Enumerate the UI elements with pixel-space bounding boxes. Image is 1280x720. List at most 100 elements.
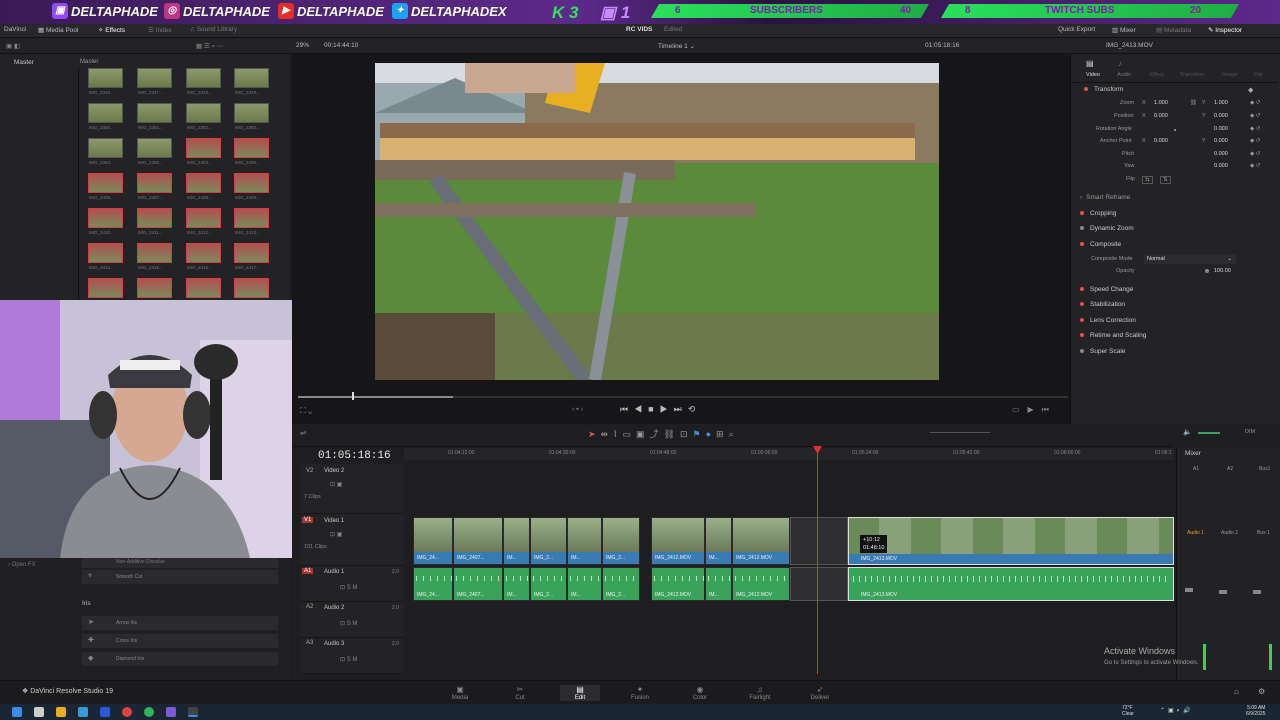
loop-icon[interactable]: ⟲ bbox=[688, 404, 702, 414]
media-thumbnail[interactable] bbox=[186, 243, 221, 263]
video-clip[interactable]: IMG_2407... bbox=[453, 517, 503, 565]
tab-audio[interactable]: Audio bbox=[1117, 72, 1131, 78]
bin-master[interactable]: Master bbox=[14, 59, 34, 66]
media-thumbnail[interactable] bbox=[186, 103, 221, 123]
start-icon[interactable] bbox=[12, 707, 22, 717]
slider-knob[interactable] bbox=[1174, 129, 1176, 131]
view-toggle-icons[interactable]: ▦ ☰ ⌕ ⋯ bbox=[196, 42, 224, 51]
app-icon[interactable] bbox=[100, 707, 110, 717]
video-clip[interactable]: IMG_2... bbox=[602, 517, 640, 565]
media-thumbnail[interactable] bbox=[137, 173, 172, 193]
effect-item[interactable]: ⩔ Smooth Cut bbox=[82, 570, 278, 584]
keyframe-icon[interactable]: ◆ bbox=[1248, 86, 1253, 94]
keyframe-icon[interactable]: ◆ ↺ bbox=[1250, 113, 1260, 119]
position-x-field[interactable]: 0.000 bbox=[1154, 113, 1168, 119]
video-tab-icon[interactable]: ▤ bbox=[1086, 59, 1094, 68]
track-controls[interactable]: ⊡ S M bbox=[340, 656, 357, 663]
marker-icon[interactable]: ● bbox=[706, 429, 716, 439]
volume-slider[interactable] bbox=[1198, 432, 1220, 434]
select-tool-icon[interactable]: ➤ bbox=[588, 429, 601, 439]
track-id[interactable]: A3 bbox=[306, 640, 313, 646]
stop-icon[interactable]: ■ bbox=[648, 404, 659, 414]
tray-icons[interactable]: ⌃▣◐🔊 bbox=[1160, 707, 1194, 714]
page-deliver[interactable]: ➶ Deliver bbox=[800, 685, 840, 701]
audio-clip[interactable]: IMG_2... bbox=[602, 567, 640, 601]
audio-clip[interactable]: IMG_2407... bbox=[453, 567, 503, 601]
super-scale-section[interactable]: Super Scale bbox=[1080, 348, 1125, 355]
page-fairlight[interactable]: ♫ Fairlight bbox=[740, 685, 780, 701]
media-thumbnail[interactable] bbox=[137, 138, 172, 158]
media-thumbnail[interactable] bbox=[137, 68, 172, 88]
track-name[interactable]: Video 1 bbox=[324, 518, 344, 524]
obs-icon[interactable] bbox=[144, 707, 154, 717]
media-thumbnail[interactable] bbox=[234, 68, 269, 88]
track-name[interactable]: Video 2 bbox=[324, 468, 344, 474]
opacity-field[interactable]: 100.00 bbox=[1214, 268, 1231, 274]
reverse-icon[interactable]: ◀ bbox=[634, 404, 648, 414]
audio-clip[interactable]: IMG_24... bbox=[413, 567, 453, 601]
media-thumbnail[interactable] bbox=[234, 208, 269, 228]
last-frame-icon[interactable]: ⏭ bbox=[674, 404, 688, 414]
fader-a2[interactable] bbox=[1219, 590, 1227, 594]
media-thumbnail[interactable] bbox=[186, 68, 221, 88]
fader-bus1[interactable] bbox=[1253, 590, 1261, 594]
clock[interactable]: 5:09 AM 6/9/2025 bbox=[1246, 705, 1265, 717]
yaw-field[interactable]: 0.000 bbox=[1214, 163, 1228, 169]
overwrite-icon[interactable]: ▭ bbox=[623, 429, 637, 439]
tab-video[interactable]: Video bbox=[1086, 72, 1100, 78]
play-icon[interactable]: ▶ bbox=[660, 404, 674, 414]
blade-tool-icon[interactable]: ⌇ bbox=[613, 429, 622, 439]
gap-placeholder[interactable] bbox=[790, 517, 848, 565]
link-icon[interactable]: ⛓ bbox=[1190, 100, 1197, 106]
zoom-y-field[interactable]: 1.000 bbox=[1214, 100, 1228, 106]
page-media[interactable]: ▣ Media bbox=[440, 685, 480, 701]
video-clip[interactable]: IMG_2... bbox=[530, 517, 567, 565]
trim-tool-icon[interactable]: ⇹ bbox=[601, 429, 614, 439]
audio-gap-placeholder[interactable] bbox=[790, 567, 848, 601]
anchor-x-field[interactable]: 0.000 bbox=[1154, 138, 1168, 144]
track-controls[interactable]: ⊡ S M bbox=[340, 584, 357, 591]
resolve-taskbar-icon[interactable] bbox=[188, 707, 198, 717]
track-id[interactable]: V1 bbox=[302, 517, 314, 523]
keyframe-icon[interactable]: ◆ ↺ bbox=[1250, 138, 1260, 144]
inspector-button[interactable]: ✎ Inspector bbox=[1208, 26, 1242, 34]
media-thumbnail[interactable] bbox=[137, 208, 172, 228]
timeline-options-icon[interactable]: ⇌ bbox=[300, 428, 307, 437]
keyframe-icon[interactable]: ◆ ↺ bbox=[1250, 163, 1260, 169]
discord-icon[interactable] bbox=[166, 707, 176, 717]
media-thumbnail[interactable] bbox=[186, 173, 221, 193]
index-button[interactable]: ☰ Index bbox=[148, 26, 172, 34]
video-clip[interactable]: IMG_2412.MOV bbox=[651, 517, 705, 565]
track-id[interactable]: A1 bbox=[302, 568, 314, 574]
media-thumbnail[interactable] bbox=[186, 138, 221, 158]
scrubber-handle[interactable] bbox=[352, 392, 354, 400]
file-explorer-icon[interactable] bbox=[56, 707, 66, 717]
keyframe-icon[interactable]: ◆ ↺ bbox=[1250, 126, 1260, 132]
page-fusion[interactable]: ✦ Fusion bbox=[620, 685, 660, 701]
zoom-fit-icon[interactable]: ⊞ bbox=[716, 429, 729, 439]
stabilization-section[interactable]: Stabilization bbox=[1080, 301, 1125, 308]
media-thumbnail[interactable] bbox=[234, 138, 269, 158]
media-thumbnail[interactable] bbox=[234, 243, 269, 263]
media-thumbnail[interactable] bbox=[234, 103, 269, 123]
track-name[interactable]: Audio 2 bbox=[324, 605, 344, 611]
snap-icon[interactable]: ⤴ bbox=[650, 429, 664, 439]
tab-image[interactable]: Image bbox=[1222, 72, 1237, 78]
page-cut[interactable]: ✂ Cut bbox=[500, 685, 540, 701]
viewer-frame[interactable] bbox=[375, 63, 939, 380]
media-thumbnail[interactable] bbox=[88, 243, 123, 263]
effect-item[interactable]: Non-Additive Dissolve bbox=[82, 558, 278, 568]
insert-icon[interactable]: ▣ bbox=[636, 429, 650, 439]
page-color[interactable]: ◉ Color bbox=[680, 685, 720, 701]
audio-tab-icon[interactable]: ♪ bbox=[1118, 59, 1122, 68]
viewer-right-icons[interactable]: ▭▶⏮ bbox=[1012, 405, 1057, 415]
playhead[interactable] bbox=[817, 448, 818, 674]
app-icon[interactable] bbox=[78, 707, 88, 717]
fader-a1[interactable] bbox=[1185, 588, 1193, 592]
media-thumbnail[interactable] bbox=[88, 173, 123, 193]
lock-icon[interactable]: ⊡ bbox=[680, 429, 693, 439]
rotation-field[interactable]: 0.000 bbox=[1214, 126, 1228, 132]
zoom-slider[interactable] bbox=[930, 432, 990, 433]
settings-icon[interactable]: ⚙ bbox=[1258, 687, 1265, 696]
audio-clip-selected[interactable]: IMG_2413.MOV bbox=[848, 567, 1174, 601]
